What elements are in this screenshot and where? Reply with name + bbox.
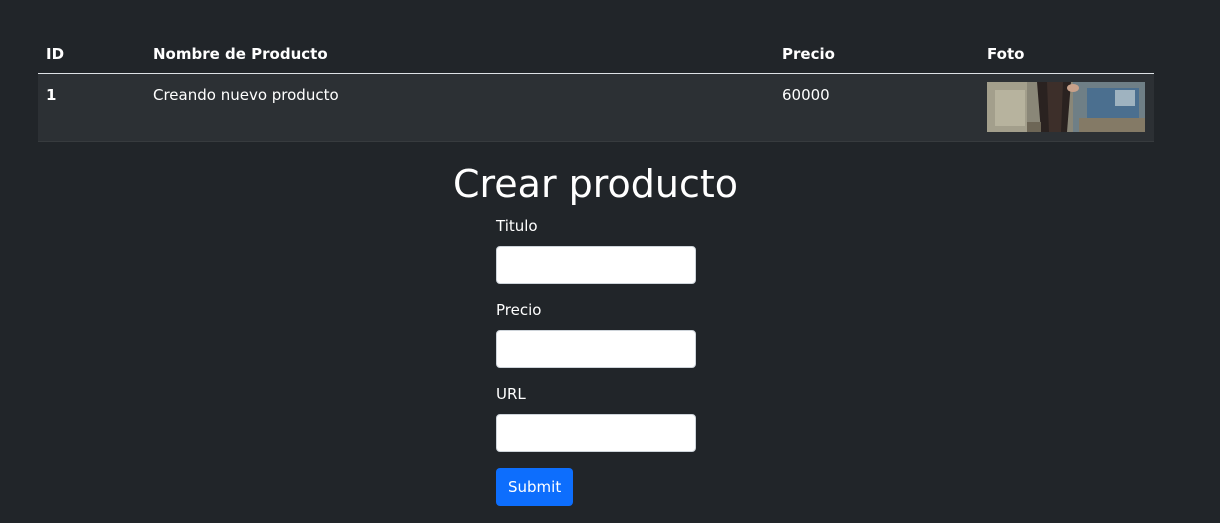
url-input[interactable] [496,414,696,452]
submit-button[interactable]: Submit [496,468,574,506]
price-input[interactable] [496,330,696,368]
products-table-container: ID Nombre de Producto Precio Foto 1 Crea… [38,36,1154,142]
header-id: ID [38,36,145,74]
product-photo [987,82,1145,132]
cell-photo [979,73,1154,142]
cell-price: 60000 [774,73,979,142]
price-label: Precio [496,301,542,319]
table-header-row: ID Nombre de Producto Precio Foto [38,36,1154,74]
title-label: Titulo [496,217,538,235]
title-field-group: Titulo [496,216,696,284]
header-price: Precio [774,36,979,74]
title-input[interactable] [496,246,696,284]
header-product-name: Nombre de Producto [145,36,774,74]
create-product-form: Titulo Precio URL Submit [496,216,696,506]
form-title: Crear producto [452,162,739,206]
url-label: URL [496,385,526,403]
table-row: 1 Creando nuevo producto 60000 [38,73,1154,142]
table-header: ID Nombre de Producto Precio Foto [38,36,1154,74]
cell-id: 1 [38,73,145,142]
header-photo: Foto [979,36,1154,74]
cell-product-name: Creando nuevo producto [145,73,774,142]
products-table: ID Nombre de Producto Precio Foto 1 Crea… [38,36,1154,142]
table-body: 1 Creando nuevo producto 60000 [38,73,1154,142]
price-field-group: Precio [496,300,696,368]
url-field-group: URL [496,384,696,452]
